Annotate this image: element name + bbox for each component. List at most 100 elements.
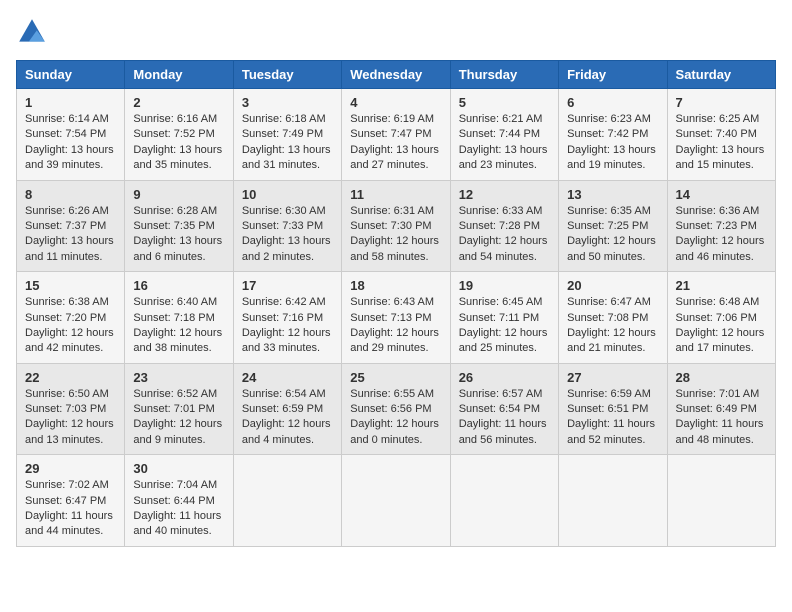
- cell-content: Sunrise: 6:23 AMSunset: 7:42 PMDaylight:…: [567, 113, 656, 171]
- day-number: 28: [676, 370, 767, 385]
- page-header: [16, 16, 776, 48]
- day-number: 29: [25, 461, 116, 476]
- day-number: 10: [242, 187, 333, 202]
- day-number: 26: [459, 370, 550, 385]
- calendar-cell: 3 Sunrise: 6:18 AMSunset: 7:49 PMDaylight…: [233, 89, 341, 181]
- cell-content: Sunrise: 6:28 AMSunset: 7:35 PMDaylight:…: [133, 205, 222, 263]
- calendar-cell: 27 Sunrise: 6:59 AMSunset: 6:51 PMDayligh…: [559, 363, 667, 455]
- column-header-friday: Friday: [559, 61, 667, 89]
- day-number: 3: [242, 95, 333, 110]
- cell-content: Sunrise: 6:18 AMSunset: 7:49 PMDaylight:…: [242, 113, 331, 171]
- cell-content: Sunrise: 6:45 AMSunset: 7:11 PMDaylight:…: [459, 296, 548, 354]
- calendar-table: SundayMondayTuesdayWednesdayThursdayFrid…: [16, 60, 776, 547]
- day-number: 1: [25, 95, 116, 110]
- calendar-cell: 25 Sunrise: 6:55 AMSunset: 6:56 PMDayligh…: [342, 363, 450, 455]
- calendar-cell: 8Sunrise: 6:26 AMSunset: 7:37 PMDaylight…: [17, 180, 125, 272]
- calendar-cell: 15 Sunrise: 6:38 AMSunset: 7:20 PMDayligh…: [17, 272, 125, 364]
- logo: [16, 16, 54, 48]
- cell-content: Sunrise: 7:02 AMSunset: 6:47 PMDaylight:…: [25, 479, 113, 537]
- day-number: 5: [459, 95, 550, 110]
- day-number: 24: [242, 370, 333, 385]
- calendar-cell: 7 Sunrise: 6:25 AMSunset: 7:40 PMDaylight…: [667, 89, 775, 181]
- cell-content: Sunrise: 6:47 AMSunset: 7:08 PMDaylight:…: [567, 296, 656, 354]
- day-number: 12: [459, 187, 550, 202]
- calendar-cell: 17 Sunrise: 6:42 AMSunset: 7:16 PMDayligh…: [233, 272, 341, 364]
- calendar-cell: 11 Sunrise: 6:31 AMSunset: 7:30 PMDayligh…: [342, 180, 450, 272]
- week-row-2: 8Sunrise: 6:26 AMSunset: 7:37 PMDaylight…: [17, 180, 776, 272]
- cell-content: Sunrise: 6:31 AMSunset: 7:30 PMDaylight:…: [350, 205, 439, 263]
- cell-content: Sunrise: 6:40 AMSunset: 7:18 PMDaylight:…: [133, 296, 222, 354]
- day-number: 4: [350, 95, 441, 110]
- cell-content: Sunrise: 6:25 AMSunset: 7:40 PMDaylight:…: [676, 113, 765, 171]
- header-row: SundayMondayTuesdayWednesdayThursdayFrid…: [17, 61, 776, 89]
- calendar-cell: 21 Sunrise: 6:48 AMSunset: 7:06 PMDayligh…: [667, 272, 775, 364]
- calendar-cell: 26 Sunrise: 6:57 AMSunset: 6:54 PMDayligh…: [450, 363, 558, 455]
- calendar-cell: 20 Sunrise: 6:47 AMSunset: 7:08 PMDayligh…: [559, 272, 667, 364]
- cell-content: Sunrise: 7:04 AMSunset: 6:44 PMDaylight:…: [133, 479, 221, 537]
- cell-content: Sunrise: 6:36 AMSunset: 7:23 PMDaylight:…: [676, 205, 765, 263]
- calendar-cell: 18Sunrise: 6:43 AMSunset: 7:13 PMDayligh…: [342, 272, 450, 364]
- day-number: 23: [133, 370, 224, 385]
- day-number: 14: [676, 187, 767, 202]
- cell-content: Sunrise: 6:14 AMSunset: 7:54 PMDaylight:…: [25, 113, 114, 171]
- cell-content: Sunrise: 6:52 AMSunset: 7:01 PMDaylight:…: [133, 388, 222, 446]
- calendar-cell: 5 Sunrise: 6:21 AMSunset: 7:44 PMDaylight…: [450, 89, 558, 181]
- calendar-cell: 24Sunrise: 6:54 AMSunset: 6:59 PMDayligh…: [233, 363, 341, 455]
- calendar-cell: [450, 455, 558, 547]
- cell-content: Sunrise: 6:16 AMSunset: 7:52 PMDaylight:…: [133, 113, 222, 171]
- day-number: 27: [567, 370, 658, 385]
- calendar-cell: 6 Sunrise: 6:23 AMSunset: 7:42 PMDaylight…: [559, 89, 667, 181]
- day-number: 25: [350, 370, 441, 385]
- day-number: 17: [242, 278, 333, 293]
- column-header-saturday: Saturday: [667, 61, 775, 89]
- column-header-tuesday: Tuesday: [233, 61, 341, 89]
- cell-content: Sunrise: 6:59 AMSunset: 6:51 PMDaylight:…: [567, 388, 655, 446]
- week-row-3: 15 Sunrise: 6:38 AMSunset: 7:20 PMDayligh…: [17, 272, 776, 364]
- day-number: 22: [25, 370, 116, 385]
- day-number: 20: [567, 278, 658, 293]
- calendar-cell: 14 Sunrise: 6:36 AMSunset: 7:23 PMDayligh…: [667, 180, 775, 272]
- day-number: 15: [25, 278, 116, 293]
- calendar-cell: 4 Sunrise: 6:19 AMSunset: 7:47 PMDaylight…: [342, 89, 450, 181]
- cell-content: Sunrise: 6:48 AMSunset: 7:06 PMDaylight:…: [676, 296, 765, 354]
- cell-content: Sunrise: 6:38 AMSunset: 7:20 PMDaylight:…: [25, 296, 114, 354]
- cell-content: Sunrise: 6:50 AMSunset: 7:03 PMDaylight:…: [25, 388, 114, 446]
- calendar-cell: [233, 455, 341, 547]
- day-number: 2: [133, 95, 224, 110]
- column-header-wednesday: Wednesday: [342, 61, 450, 89]
- cell-content: Sunrise: 6:43 AMSunset: 7:13 PMDaylight:…: [350, 296, 439, 354]
- day-number: 6: [567, 95, 658, 110]
- cell-content: Sunrise: 6:21 AMSunset: 7:44 PMDaylight:…: [459, 113, 548, 171]
- column-header-sunday: Sunday: [17, 61, 125, 89]
- calendar-cell: 10 Sunrise: 6:30 AMSunset: 7:33 PMDayligh…: [233, 180, 341, 272]
- day-number: 11: [350, 187, 441, 202]
- calendar-cell: 29 Sunrise: 7:02 AMSunset: 6:47 PMDayligh…: [17, 455, 125, 547]
- column-header-thursday: Thursday: [450, 61, 558, 89]
- cell-content: Sunrise: 7:01 AMSunset: 6:49 PMDaylight:…: [676, 388, 764, 446]
- calendar-cell: 19 Sunrise: 6:45 AMSunset: 7:11 PMDayligh…: [450, 272, 558, 364]
- calendar-cell: 23 Sunrise: 6:52 AMSunset: 7:01 PMDayligh…: [125, 363, 233, 455]
- cell-content: Sunrise: 6:19 AMSunset: 7:47 PMDaylight:…: [350, 113, 439, 171]
- calendar-cell: [342, 455, 450, 547]
- cell-content: Sunrise: 6:30 AMSunset: 7:33 PMDaylight:…: [242, 205, 331, 263]
- week-row-4: 22 Sunrise: 6:50 AMSunset: 7:03 PMDayligh…: [17, 363, 776, 455]
- cell-content: Sunrise: 6:55 AMSunset: 6:56 PMDaylight:…: [350, 388, 439, 446]
- week-row-1: 1 Sunrise: 6:14 AMSunset: 7:54 PMDaylight…: [17, 89, 776, 181]
- cell-content: Sunrise: 6:42 AMSunset: 7:16 PMDaylight:…: [242, 296, 331, 354]
- calendar-cell: 1 Sunrise: 6:14 AMSunset: 7:54 PMDaylight…: [17, 89, 125, 181]
- cell-content: Sunrise: 6:33 AMSunset: 7:28 PMDaylight:…: [459, 205, 548, 263]
- calendar-cell: 16 Sunrise: 6:40 AMSunset: 7:18 PMDayligh…: [125, 272, 233, 364]
- calendar-cell: 22 Sunrise: 6:50 AMSunset: 7:03 PMDayligh…: [17, 363, 125, 455]
- day-number: 16: [133, 278, 224, 293]
- calendar-cell: [559, 455, 667, 547]
- calendar-cell: 13Sunrise: 6:35 AMSunset: 7:25 PMDayligh…: [559, 180, 667, 272]
- day-number: 9: [133, 187, 224, 202]
- calendar-cell: 30 Sunrise: 7:04 AMSunset: 6:44 PMDayligh…: [125, 455, 233, 547]
- day-number: 30: [133, 461, 224, 476]
- day-number: 21: [676, 278, 767, 293]
- day-number: 19: [459, 278, 550, 293]
- column-header-monday: Monday: [125, 61, 233, 89]
- cell-content: Sunrise: 6:57 AMSunset: 6:54 PMDaylight:…: [459, 388, 547, 446]
- day-number: 7: [676, 95, 767, 110]
- day-number: 8: [25, 187, 116, 202]
